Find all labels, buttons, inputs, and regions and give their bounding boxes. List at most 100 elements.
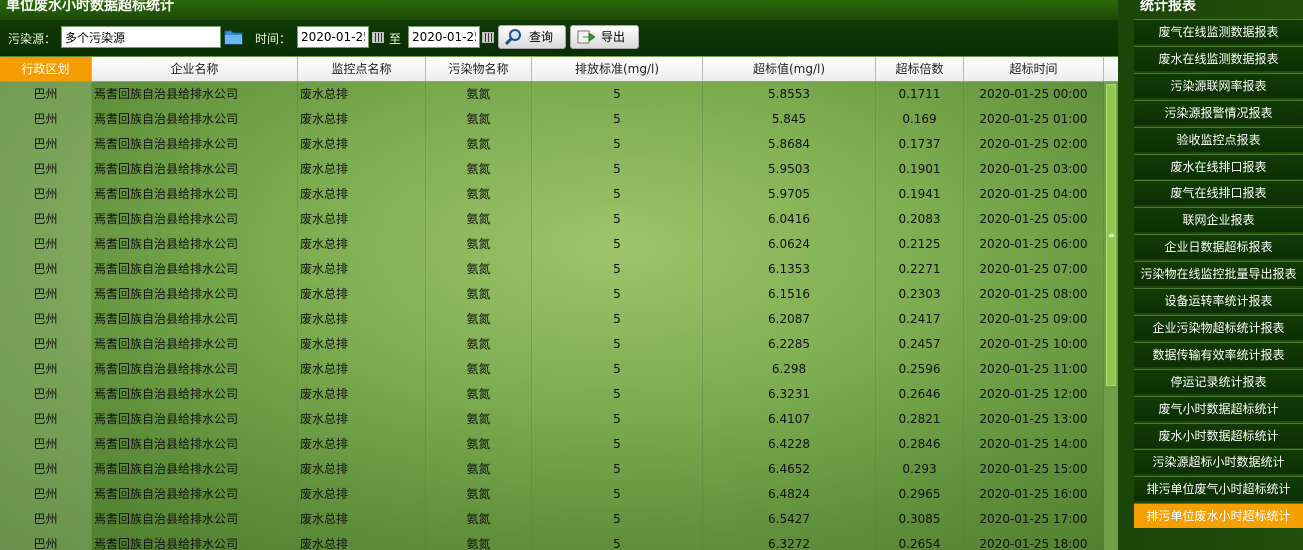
page-title: 单位废水小时数据超标统计: [0, 0, 1118, 20]
column-header[interactable]: 监控点名称: [298, 57, 426, 81]
table-cell: 5.8553: [703, 82, 876, 107]
table-cell: 2020-01-25 12:00: [964, 382, 1104, 407]
table-cell: 0.169: [876, 107, 964, 132]
table-row[interactable]: 巴州 焉耆回族自治县给排水公司 废水总排 氨氮 5 5.845 0.169 2020-01-2…: [0, 107, 1104, 132]
table-cell: 0.2965: [876, 482, 964, 507]
table-cell: 5: [532, 407, 703, 432]
sidebar-item[interactable]: 排污单位废水小时超标统计: [1134, 503, 1303, 529]
table-row[interactable]: 巴州 焉耆回族自治县给排水公司 废水总排 氨氮 5 6.298 0.2596 2020-01-…: [0, 357, 1104, 382]
table-row[interactable]: 巴州 焉耆回族自治县给排水公司 废水总排 氨氮 5 6.4652 0.293 2020-01-…: [0, 457, 1104, 482]
table-cell: 巴州: [0, 382, 92, 407]
table-row[interactable]: 巴州 焉耆回族自治县给排水公司 废水总排 氨氮 5 6.0416 0.2083 2020-01…: [0, 207, 1104, 232]
column-header[interactable]: 超标时间: [964, 57, 1104, 81]
table-cell: 巴州: [0, 82, 92, 107]
table-cell: 6.2087: [703, 307, 876, 332]
table-row[interactable]: 巴州 焉耆回族自治县给排水公司 废水总排 氨氮 5 6.4228 0.2846 2020-01…: [0, 432, 1104, 457]
table-cell: 2020-01-25 15:00: [964, 457, 1104, 482]
table-row[interactable]: 巴州 焉耆回族自治县给排水公司 废水总排 氨氮 5 6.4824 0.2965 2020-01…: [0, 482, 1104, 507]
table-cell: 0.2646: [876, 382, 964, 407]
date-to-input[interactable]: [408, 26, 480, 48]
sidebar-item[interactable]: 数据传输有效率统计报表: [1134, 341, 1303, 367]
table-cell: 废水总排: [298, 357, 426, 382]
column-header[interactable]: 超标值(mg/l): [703, 57, 876, 81]
vertical-scrollbar[interactable]: ≡: [1104, 82, 1118, 550]
table-cell: 5: [532, 482, 703, 507]
scrollbar-thumb[interactable]: ≡: [1106, 84, 1116, 386]
table-row[interactable]: 巴州 焉耆回族自治县给排水公司 废水总排 氨氮 5 6.3272 0.2654 2020-01…: [0, 532, 1104, 550]
folder-icon[interactable]: [224, 28, 243, 45]
sidebar-item[interactable]: 验收监控点报表: [1134, 126, 1303, 152]
sidebar-item[interactable]: 停运记录统计报表: [1134, 368, 1303, 394]
table-row[interactable]: 巴州 焉耆回族自治县给排水公司 废水总排 氨氮 5 6.4107 0.2821 2020-01…: [0, 407, 1104, 432]
table-row[interactable]: 巴州 焉耆回族自治县给排水公司 废水总排 氨氮 5 6.1353 0.2271 2020-01…: [0, 257, 1104, 282]
date-from-input[interactable]: [297, 26, 369, 48]
sidebar-item[interactable]: 污染物在线监控批量导出报表: [1134, 261, 1303, 287]
column-header[interactable]: 排放标准(mg/l): [532, 57, 703, 81]
table-row[interactable]: 巴州 焉耆回族自治县给排水公司 废水总排 氨氮 5 6.3231 0.2646 2020-01…: [0, 382, 1104, 407]
table-cell: 0.2821: [876, 407, 964, 432]
sidebar-title: 统计报表: [1140, 0, 1196, 14]
main-panel: 单位废水小时数据超标统计 污染源： 时间： 至 查询 导出 行政区: [0, 0, 1118, 550]
table-row[interactable]: 巴州 焉耆回族自治县给排水公司 废水总排 氨氮 5 6.2285 0.2457 2020-01…: [0, 332, 1104, 357]
table-cell: 0.1901: [876, 157, 964, 182]
table-row[interactable]: 巴州 焉耆回族自治县给排水公司 废水总排 氨氮 5 5.8684 0.1737 2020-01…: [0, 132, 1104, 157]
sidebar-item[interactable]: 企业日数据超标报表: [1134, 234, 1303, 260]
table-cell: 焉耆回族自治县给排水公司: [92, 432, 298, 457]
table-cell: 巴州: [0, 207, 92, 232]
sidebar-item[interactable]: 联网企业报表: [1134, 207, 1303, 233]
table-cell: 焉耆回族自治县给排水公司: [92, 107, 298, 132]
sidebar-item[interactable]: 污染源超标小时数据统计: [1134, 449, 1303, 475]
table-cell: 焉耆回族自治县给排水公司: [92, 332, 298, 357]
sidebar-item[interactable]: 企业污染物超标统计报表: [1134, 314, 1303, 340]
sidebar-item[interactable]: 设备运转率统计报表: [1134, 288, 1303, 313]
table-cell: 氨氮: [426, 232, 532, 257]
table-cell: 废水总排: [298, 407, 426, 432]
table-cell: 6.0416: [703, 207, 876, 232]
table-cell: 焉耆回族自治县给排水公司: [92, 407, 298, 432]
table-cell: 氨氮: [426, 532, 532, 550]
table-cell: 5: [532, 332, 703, 357]
sidebar-item[interactable]: 排污单位废气小时超标统计: [1134, 476, 1303, 502]
sidebar-item[interactable]: 废气小时数据超标统计: [1134, 395, 1303, 421]
table-cell: 氨氮: [426, 157, 532, 182]
column-header[interactable]: 企业名称: [92, 57, 298, 81]
table-row[interactable]: 巴州 焉耆回族自治县给排水公司 废水总排 氨氮 5 5.8553 0.1711 2020-01…: [0, 82, 1104, 107]
calendar-icon[interactable]: [372, 32, 384, 43]
table-row[interactable]: 巴州 焉耆回族自治县给排水公司 废水总排 氨氮 5 6.1516 0.2303 2020-01…: [0, 282, 1104, 307]
sidebar-item[interactable]: 污染源联网率报表: [1134, 72, 1303, 98]
sidebar-item[interactable]: 废水小时数据超标统计: [1134, 422, 1303, 448]
table-cell: 氨氮: [426, 107, 532, 132]
export-button[interactable]: 导出: [570, 25, 639, 49]
table-row[interactable]: 巴州 焉耆回族自治县给排水公司 废水总排 氨氮 5 6.5427 0.3085 2020-01…: [0, 507, 1104, 532]
table-cell: 废水总排: [298, 107, 426, 132]
sidebar-item[interactable]: 污染源报警情况报表: [1134, 99, 1303, 125]
table-cell: 2020-01-25 10:00: [964, 332, 1104, 357]
query-button-label: 查询: [529, 30, 554, 44]
sidebar-item[interactable]: 废水在线排口报表: [1134, 153, 1303, 179]
sidebar-item[interactable]: 废水在线监测数据报表: [1134, 45, 1303, 71]
table-row[interactable]: 巴州 焉耆回族自治县给排水公司 废水总排 氨氮 5 5.9503 0.1901 2020-01…: [0, 157, 1104, 182]
table-cell: 废水总排: [298, 307, 426, 332]
export-arrow-icon: [577, 30, 595, 44]
table-cell: 2020-01-25 00:00: [964, 82, 1104, 107]
source-label: 污染源：: [8, 32, 57, 46]
table-cell: 5: [532, 107, 703, 132]
column-header[interactable]: 污染物名称: [426, 57, 532, 81]
column-header[interactable]: 行政区划: [0, 57, 92, 81]
source-input[interactable]: [61, 26, 221, 48]
calendar-icon[interactable]: [482, 32, 494, 43]
table-cell: 0.293: [876, 457, 964, 482]
column-header[interactable]: 超标倍数: [876, 57, 964, 81]
table-cell: 0.2457: [876, 332, 964, 357]
table-cell: 0.2596: [876, 357, 964, 382]
table-cell: 0.2303: [876, 282, 964, 307]
table-row[interactable]: 巴州 焉耆回族自治县给排水公司 废水总排 氨氮 5 6.2087 0.2417 2020-01…: [0, 307, 1104, 332]
table-header: 行政区划 企业名称 监控点名称 污染物名称 排放标准(mg/l) 超标值(mg/l) 超标倍…: [0, 57, 1118, 82]
table-cell: 废水总排: [298, 232, 426, 257]
table-cell: 废水总排: [298, 132, 426, 157]
table-row[interactable]: 巴州 焉耆回族自治县给排水公司 废水总排 氨氮 5 5.9705 0.1941 2020-01…: [0, 182, 1104, 207]
query-button[interactable]: 查询: [498, 25, 566, 49]
sidebar-item[interactable]: 废气在线排口报表: [1134, 180, 1303, 206]
table-row[interactable]: 巴州 焉耆回族自治县给排水公司 废水总排 氨氮 5 6.0624 0.2125 2020-01…: [0, 232, 1104, 257]
sidebar-item[interactable]: 废气在线监测数据报表: [1134, 19, 1303, 44]
